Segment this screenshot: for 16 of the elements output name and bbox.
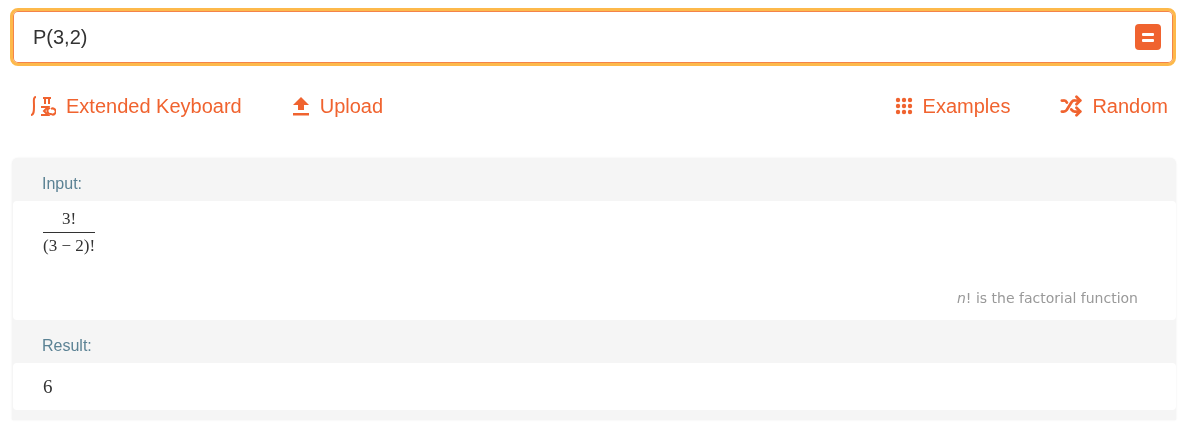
math-symbols-icon — [30, 95, 56, 117]
toolbar-link[interactable]: Examples — [894, 86, 1011, 126]
shuffle-icon — [1060, 95, 1083, 117]
toolbar-link[interactable]: Random — [1060, 86, 1168, 126]
upload-icon — [291, 96, 310, 116]
pod-title: Input: — [41, 174, 84, 194]
dot-grid-icon — [894, 97, 913, 115]
toolbar-link[interactable]: Upload — [291, 86, 384, 126]
result-value: 6 — [43, 375, 54, 399]
query-input[interactable]: P(3,2) — [31, 24, 1135, 50]
query-field[interactable]: P(3,2) — [10, 8, 1176, 66]
fraction-formula: 3! (3 − 2)! — [43, 209, 96, 256]
footnote-text: n! is the factorial function — [957, 290, 1138, 306]
pod-title: Result: — [41, 336, 93, 356]
toolbar-link[interactable]: Extended Keyboard — [30, 86, 242, 126]
compute-button[interactable] — [1135, 24, 1161, 50]
